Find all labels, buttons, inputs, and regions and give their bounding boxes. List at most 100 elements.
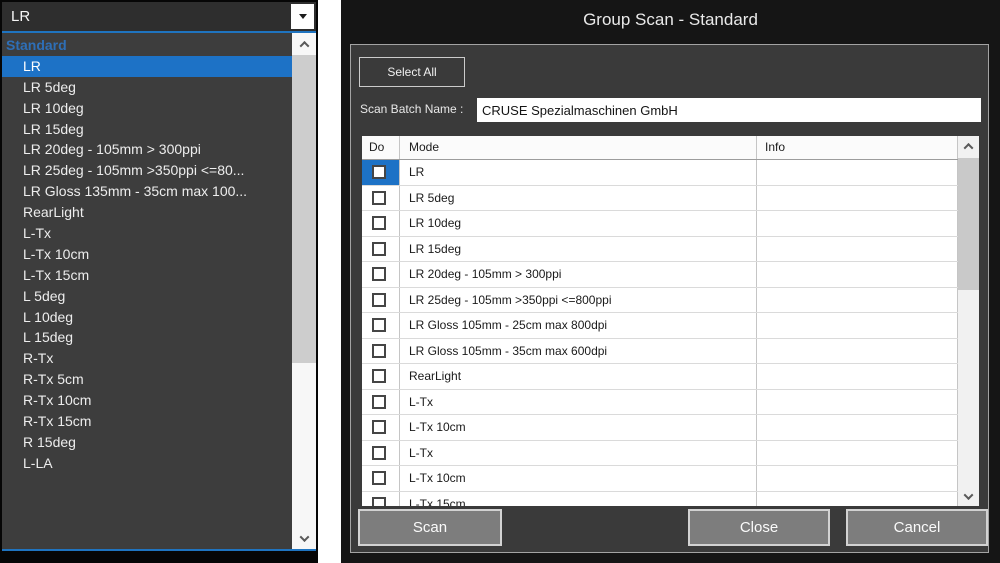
- mode-cell[interactable]: RearLight: [400, 364, 757, 389]
- group-scan-dialog: Group Scan - Standard Select All Scan Ba…: [341, 0, 1000, 563]
- row-checkbox[interactable]: [372, 471, 386, 485]
- info-cell[interactable]: [757, 492, 958, 507]
- table-row: L-Tx 10cm: [362, 466, 958, 492]
- list-scrollbar[interactable]: [292, 33, 316, 549]
- info-cell[interactable]: [757, 186, 958, 211]
- row-checkbox[interactable]: [372, 242, 386, 256]
- do-cell[interactable]: [362, 288, 400, 313]
- do-cell[interactable]: [362, 415, 400, 440]
- select-all-button[interactable]: Select All: [359, 57, 465, 87]
- info-cell[interactable]: [757, 364, 958, 389]
- column-header-do[interactable]: Do: [362, 136, 400, 159]
- list-item[interactable]: L-Tx 10cm: [2, 244, 292, 265]
- row-checkbox[interactable]: [372, 165, 386, 179]
- row-checkbox[interactable]: [372, 344, 386, 358]
- info-cell[interactable]: [757, 339, 958, 364]
- mode-cell[interactable]: LR 5deg: [400, 186, 757, 211]
- row-checkbox[interactable]: [372, 293, 386, 307]
- mode-cell[interactable]: L-Tx 15cm: [400, 492, 757, 507]
- list-item[interactable]: R-Tx 10cm: [2, 390, 292, 411]
- list-item[interactable]: L-Tx 15cm: [2, 265, 292, 286]
- list-item[interactable]: L-Tx: [2, 223, 292, 244]
- mode-combobox[interactable]: LR: [2, 2, 316, 31]
- mode-cell[interactable]: LR 10deg: [400, 211, 757, 236]
- info-cell[interactable]: [757, 288, 958, 313]
- row-checkbox[interactable]: [372, 191, 386, 205]
- mode-cell[interactable]: LR Gloss 105mm - 25cm max 800dpi: [400, 313, 757, 338]
- column-header-mode[interactable]: Mode: [400, 136, 757, 159]
- info-cell[interactable]: [757, 415, 958, 440]
- close-button[interactable]: Close: [688, 509, 830, 546]
- table-row: L-Tx 15cm: [362, 492, 958, 507]
- do-cell[interactable]: [362, 492, 400, 507]
- mode-selector-panel: LR StandardLRLR 5degLR 10degLR 15degLR 2…: [0, 0, 318, 563]
- mode-cell[interactable]: L-Tx 10cm: [400, 466, 757, 491]
- mode-cell[interactable]: L-Tx: [400, 390, 757, 415]
- row-checkbox[interactable]: [372, 369, 386, 383]
- list-item[interactable]: LR 15deg: [2, 119, 292, 140]
- mode-cell[interactable]: L-Tx 10cm: [400, 415, 757, 440]
- column-header-info[interactable]: Info: [757, 136, 958, 159]
- do-cell[interactable]: [362, 237, 400, 262]
- list-scrollbar-thumb[interactable]: [292, 55, 316, 363]
- list-item[interactable]: LR 5deg: [2, 77, 292, 98]
- list-item[interactable]: LR 10deg: [2, 98, 292, 119]
- list-item[interactable]: L 5deg: [2, 286, 292, 307]
- info-cell[interactable]: [757, 262, 958, 287]
- row-checkbox[interactable]: [372, 318, 386, 332]
- do-cell[interactable]: [362, 441, 400, 466]
- table-scrollbar[interactable]: [958, 136, 979, 506]
- mode-cell[interactable]: L-Tx: [400, 441, 757, 466]
- list-item[interactable]: L 15deg: [2, 327, 292, 348]
- info-cell[interactable]: [757, 237, 958, 262]
- table-scroll-down-button[interactable]: [958, 486, 979, 506]
- do-cell[interactable]: [362, 160, 400, 185]
- list-scroll-up-button[interactable]: [292, 33, 316, 55]
- row-checkbox[interactable]: [372, 497, 386, 507]
- combobox-dropdown-button[interactable]: [291, 4, 314, 29]
- row-checkbox[interactable]: [372, 420, 386, 434]
- info-cell[interactable]: [757, 466, 958, 491]
- list-group-header[interactable]: Standard: [2, 35, 292, 56]
- mode-cell[interactable]: LR Gloss 105mm - 35cm max 600dpi: [400, 339, 757, 364]
- mode-cell[interactable]: LR 15deg: [400, 237, 757, 262]
- list-item[interactable]: R-Tx 5cm: [2, 369, 292, 390]
- row-checkbox[interactable]: [372, 395, 386, 409]
- list-item[interactable]: LR Gloss 135mm - 35cm max 100...: [2, 181, 292, 202]
- list-scroll-down-button[interactable]: [292, 527, 316, 549]
- do-cell[interactable]: [362, 339, 400, 364]
- list-item[interactable]: R-Tx: [2, 348, 292, 369]
- info-cell[interactable]: [757, 211, 958, 236]
- list-item[interactable]: L 10deg: [2, 307, 292, 328]
- info-cell[interactable]: [757, 160, 958, 185]
- list-item[interactable]: RearLight: [2, 202, 292, 223]
- row-checkbox[interactable]: [372, 267, 386, 281]
- batch-name-input[interactable]: [477, 98, 981, 122]
- list-item[interactable]: L-LA: [2, 453, 292, 474]
- do-cell[interactable]: [362, 364, 400, 389]
- cancel-button[interactable]: Cancel: [846, 509, 988, 546]
- table-scroll-up-button[interactable]: [958, 136, 979, 156]
- info-cell[interactable]: [757, 313, 958, 338]
- list-item[interactable]: R-Tx 15cm: [2, 411, 292, 432]
- mode-cell[interactable]: LR 25deg - 105mm >350ppi <=800ppi: [400, 288, 757, 313]
- info-cell[interactable]: [757, 390, 958, 415]
- mode-cell[interactable]: LR 20deg - 105mm > 300ppi: [400, 262, 757, 287]
- chevron-up-icon: [964, 142, 974, 152]
- mode-cell[interactable]: LR: [400, 160, 757, 185]
- list-item[interactable]: LR: [2, 56, 292, 77]
- list-item[interactable]: LR 25deg - 105mm >350ppi <=80...: [2, 160, 292, 181]
- do-cell[interactable]: [362, 186, 400, 211]
- do-cell[interactable]: [362, 313, 400, 338]
- do-cell[interactable]: [362, 211, 400, 236]
- info-cell[interactable]: [757, 441, 958, 466]
- do-cell[interactable]: [362, 262, 400, 287]
- row-checkbox[interactable]: [372, 446, 386, 460]
- list-item[interactable]: LR 20deg - 105mm > 300ppi: [2, 139, 292, 160]
- scan-button[interactable]: Scan: [358, 509, 502, 546]
- list-item[interactable]: R 15deg: [2, 432, 292, 453]
- table-scrollbar-thumb[interactable]: [958, 158, 979, 290]
- do-cell[interactable]: [362, 466, 400, 491]
- do-cell[interactable]: [362, 390, 400, 415]
- row-checkbox[interactable]: [372, 216, 386, 230]
